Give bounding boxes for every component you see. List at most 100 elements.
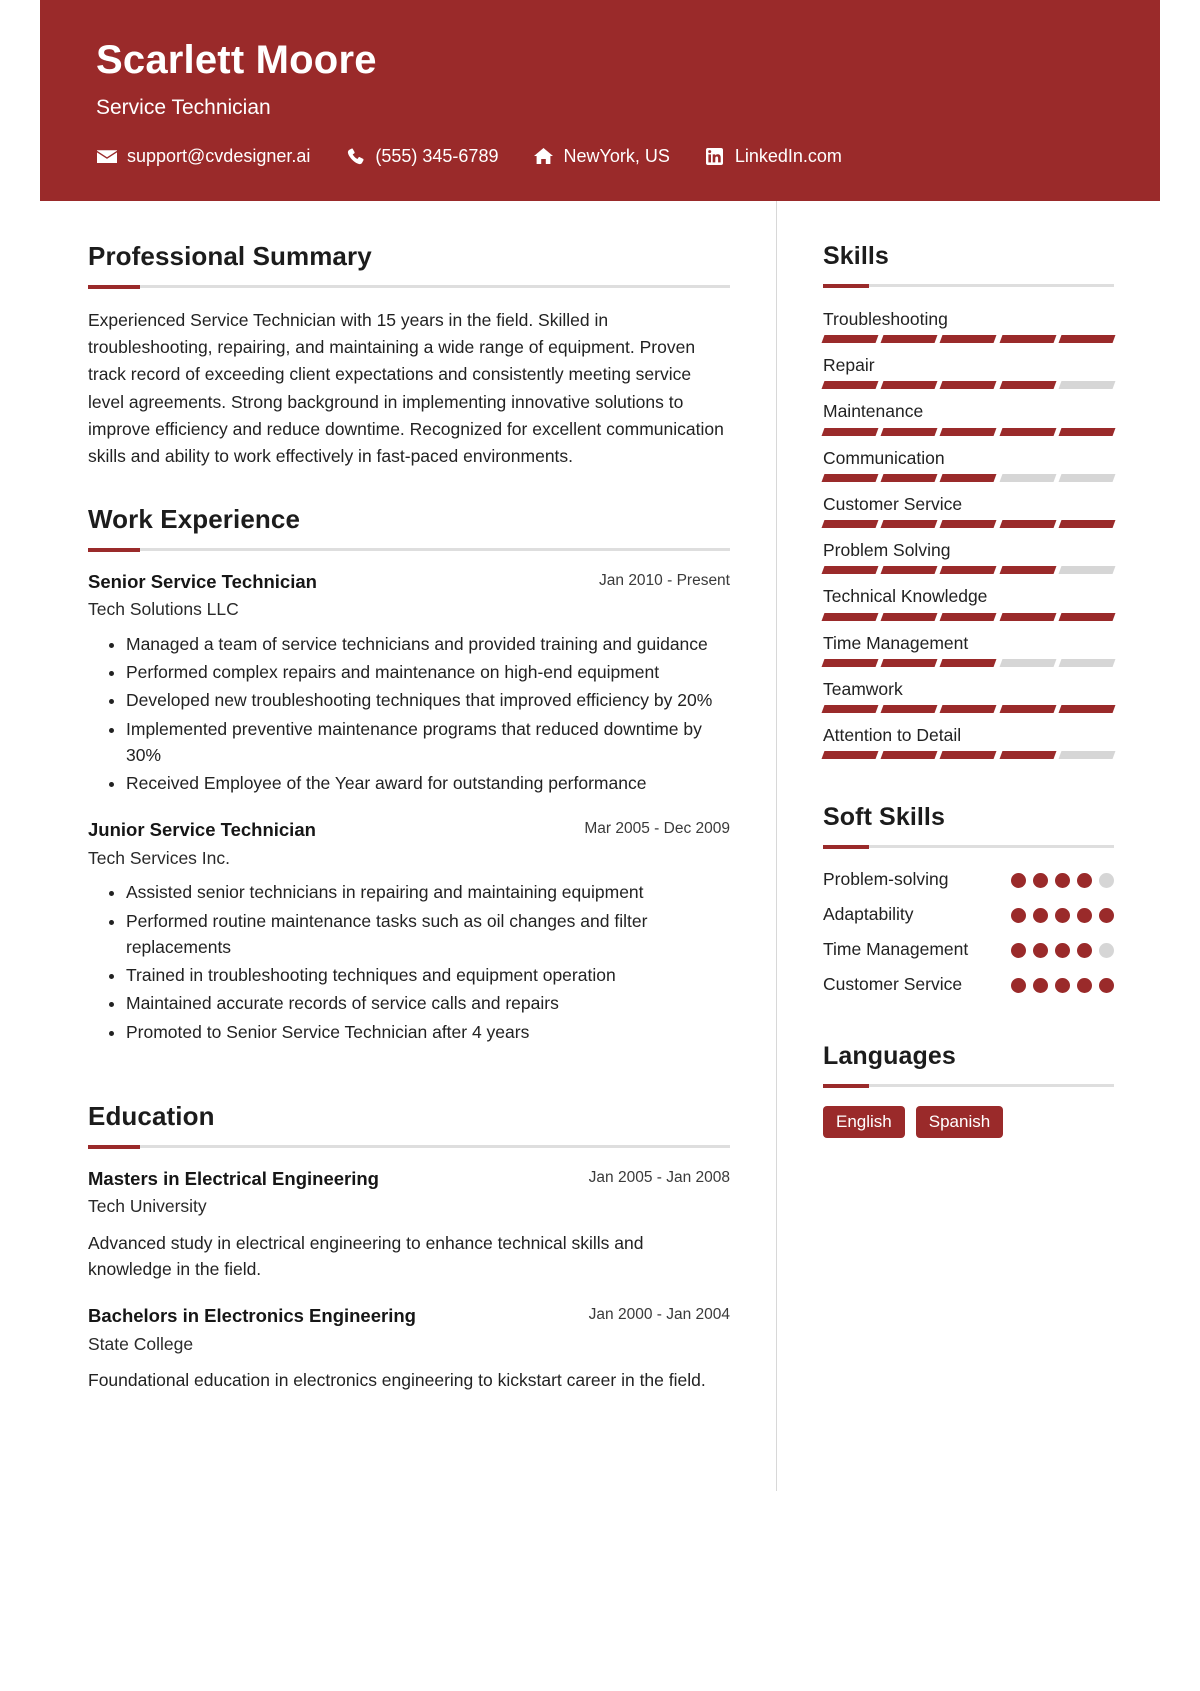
contact-phone-text: (555) 345-6789 — [375, 145, 499, 166]
rating-dot — [1077, 978, 1092, 994]
skill-segment — [939, 381, 998, 390]
side-column: Skills Troubleshooting Repair Maintenance C… — [776, 200, 1160, 1491]
rating-dot — [1011, 978, 1026, 994]
contact-linkedin-text: LinkedIn.com — [734, 145, 842, 166]
skill-segment — [880, 705, 938, 714]
contact-email[interactable]: support@cvdesigner.ai — [96, 146, 310, 167]
skill-segment — [999, 381, 1057, 390]
skill-segment — [939, 520, 998, 529]
section-title-education: Education — [88, 1100, 215, 1131]
skill-segment — [939, 427, 998, 436]
home-icon — [532, 147, 554, 165]
skill-segment — [821, 705, 879, 714]
entry-organization: Tech University — [88, 1196, 207, 1217]
entry-header: Masters in Electrical Engineering Jan 20… — [88, 1167, 730, 1190]
education-entry: Bachelors in Electronics Engineering Jan… — [88, 1304, 730, 1393]
soft-skill-rating — [1011, 902, 1114, 924]
skill-row: Teamwork — [821, 676, 1116, 714]
resume-header: Scarlett Moore Service Technician suppor… — [40, 0, 1160, 201]
skill-label: Time Management — [823, 632, 969, 653]
skill-segment — [1058, 612, 1116, 621]
entry-description: Advanced study in electrical engineering… — [88, 1232, 644, 1280]
skill-level-bar — [821, 751, 1116, 760]
skill-segment — [939, 473, 998, 482]
language-chip: Spanish — [915, 1105, 1004, 1139]
skill-row: Repair — [821, 352, 1116, 390]
skill-segment — [1058, 473, 1116, 482]
main-column: Professional Summary Experienced Service… — [40, 201, 776, 1491]
education-entry: Masters in Electrical Engineering Jan 20… — [88, 1167, 730, 1282]
skill-segment — [1058, 705, 1116, 714]
skills-list: Troubleshooting Repair Maintenance Communic… — [821, 306, 1116, 760]
section-title-summary: Professional Summary — [88, 240, 372, 271]
skill-segment — [999, 751, 1057, 760]
skill-segment — [880, 427, 938, 436]
rating-dot — [1033, 908, 1048, 924]
entry-bullets: Assisted senior technicians in repairing… — [88, 879, 730, 1045]
section-work-experience: Work Experience Senior Service Technicia… — [88, 504, 730, 1045]
skill-label: Customer Service — [823, 493, 963, 514]
section-skills: Skills Troubleshooting Repair Maintenance C… — [821, 241, 1116, 760]
skill-label: Technical Knowledge — [823, 586, 988, 607]
resume-page: Scarlett Moore Service Technician suppor… — [40, 0, 1160, 1691]
skill-segment — [939, 705, 998, 714]
section-soft-skills: Soft Skills Problem-solving Adaptability T… — [823, 802, 1114, 996]
rating-dot — [1011, 908, 1026, 924]
skill-segment — [939, 335, 998, 344]
soft-skill-row: Adaptability — [823, 902, 1114, 927]
section-languages: Languages English Spanish — [823, 1041, 1114, 1139]
skill-level-bar — [821, 335, 1116, 344]
skill-level-bar — [821, 612, 1116, 621]
skill-segment — [821, 566, 879, 575]
skill-segment — [999, 335, 1057, 344]
soft-skill-label: Problem-solving — [823, 869, 949, 890]
list-item: Performed routine maintenance tasks such… — [126, 908, 730, 961]
rating-dot — [1011, 943, 1026, 959]
list-item: Developed new troubleshooting techniques… — [126, 687, 730, 713]
skill-segment — [1058, 381, 1116, 390]
skill-level-bar — [821, 658, 1116, 667]
skill-label: Problem Solving — [823, 540, 951, 561]
contact-row: support@cvdesigner.ai (555) 345-6789 New… — [96, 146, 1104, 167]
section-professional-summary: Professional Summary Experienced Service… — [88, 241, 730, 470]
skill-row: Time Management — [821, 630, 1116, 667]
section-divider — [88, 548, 730, 553]
skill-segment — [1058, 566, 1116, 575]
contact-email-text: support@cvdesigner.ai — [127, 145, 311, 166]
contact-location[interactable]: NewYork, US — [532, 146, 670, 167]
skill-segment — [821, 612, 879, 621]
entry-description: Foundational education in electronics en… — [88, 1370, 706, 1391]
skill-segment — [821, 381, 879, 390]
rating-dot — [1077, 908, 1092, 924]
skill-segment — [880, 473, 938, 482]
rating-dot — [1033, 978, 1048, 994]
skill-segment — [999, 473, 1057, 482]
skill-segment — [821, 473, 879, 482]
section-divider — [88, 285, 730, 290]
entry-date: Jan 2000 - Jan 2004 — [588, 1306, 730, 1324]
skill-segment — [821, 427, 879, 436]
soft-skill-label: Customer Service — [823, 974, 963, 995]
skill-segment — [880, 381, 938, 390]
contact-phone[interactable]: (555) 345-6789 — [344, 146, 498, 167]
list-item: Received Employee of the Year award for … — [126, 770, 730, 796]
skill-level-bar — [821, 520, 1116, 529]
skill-label: Communication — [823, 447, 945, 468]
skill-segment — [939, 751, 998, 760]
list-item: Maintained accurate records of service c… — [126, 990, 730, 1016]
envelope-icon — [96, 147, 118, 165]
soft-skill-label: Time Management — [823, 939, 969, 960]
skill-level-bar — [821, 381, 1116, 390]
contact-linkedin[interactable]: LinkedIn.com — [704, 146, 842, 167]
entry-date: Jan 2005 - Jan 2008 — [588, 1169, 730, 1187]
rating-dot — [1033, 943, 1048, 959]
list-item: Managed a team of service technicians an… — [126, 631, 730, 657]
skill-segment — [880, 751, 938, 760]
soft-skill-row: Problem-solving — [823, 867, 1114, 892]
soft-skill-row: Customer Service — [823, 972, 1114, 997]
list-item: Assisted senior technicians in repairing… — [126, 879, 730, 905]
skill-segment — [880, 520, 938, 529]
entry-title: Bachelors in Electronics Engineering — [88, 1305, 416, 1327]
